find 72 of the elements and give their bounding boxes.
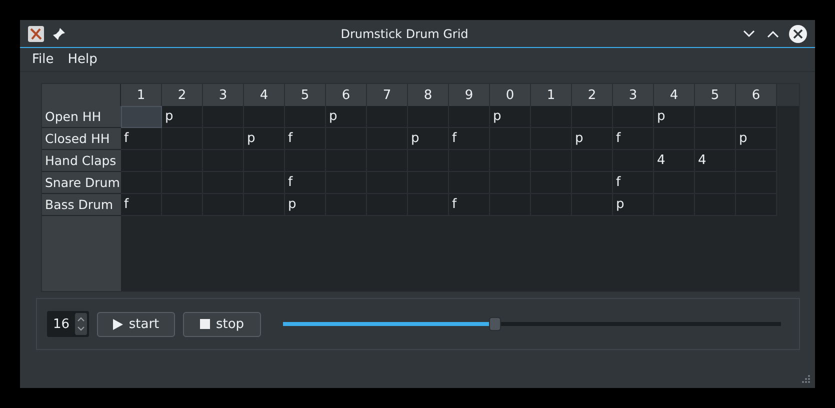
column-header: 3 [613, 84, 654, 106]
grid-cell[interactable] [408, 106, 449, 128]
grid-cell[interactable]: f [121, 128, 162, 150]
column-header: 0 [490, 84, 531, 106]
maximize-icon[interactable] [767, 30, 779, 38]
grid-cell[interactable] [162, 128, 203, 150]
stop-button[interactable]: stop [183, 312, 261, 336]
grid-cell[interactable] [244, 106, 285, 128]
grid-cell[interactable] [203, 106, 244, 128]
row-header: Bass Drum [42, 194, 121, 216]
grid-cell[interactable] [121, 106, 162, 128]
grid-cell[interactable]: p [244, 128, 285, 150]
column-header: 5 [695, 84, 736, 106]
column-header: 3 [203, 84, 244, 106]
grid-cell[interactable]: p [736, 128, 777, 150]
grid-cell[interactable] [531, 106, 572, 128]
grid-cell[interactable]: p [490, 106, 531, 128]
column-header: 2 [572, 84, 613, 106]
grid-cell[interactable]: 4 [654, 150, 695, 172]
grid-cell[interactable]: f [449, 194, 490, 216]
column-header: 4 [654, 84, 695, 106]
grid-cell[interactable] [121, 150, 162, 172]
column-header: 6 [326, 84, 367, 106]
column-header: 2 [162, 84, 203, 106]
column-header: 5 [285, 84, 326, 106]
minimize-icon[interactable] [743, 30, 755, 38]
grid-cell[interactable] [449, 106, 490, 128]
grid-cell[interactable] [695, 106, 736, 128]
menu-item[interactable]: File [26, 50, 60, 69]
column-header: 6 [736, 84, 777, 106]
row-header: Closed HH [42, 128, 121, 150]
column-header: 8 [408, 84, 449, 106]
grid-cell[interactable]: p [572, 128, 613, 150]
grid-cell[interactable] [613, 106, 654, 128]
app-logo-icon [28, 26, 44, 42]
play-icon [112, 318, 123, 330]
grid-cell[interactable]: f [613, 172, 654, 194]
grid-cell[interactable]: f [285, 172, 326, 194]
grid-cell[interactable] [121, 172, 162, 194]
grid-cell[interactable] [367, 106, 408, 128]
column-header: 1 [121, 84, 162, 106]
row-header: Hand Claps [42, 150, 121, 172]
grid-cell[interactable] [736, 106, 777, 128]
grid-cell[interactable]: p [613, 194, 654, 216]
close-icon[interactable] [789, 24, 807, 42]
row-header: Snare Drum [42, 172, 121, 194]
grid-cell[interactable]: p [408, 128, 449, 150]
column-header: 9 [449, 84, 490, 106]
grid-cell[interactable] [572, 106, 613, 128]
grid-cell[interactable]: f [121, 194, 162, 216]
menu-item[interactable]: Help [62, 50, 104, 69]
column-header: 7 [367, 84, 408, 106]
grid-cell[interactable]: 4 [695, 150, 736, 172]
window-title: Drumstick Drum Grid [340, 26, 470, 40]
resize-grip-icon[interactable] [801, 374, 811, 384]
grid-cell[interactable]: f [613, 128, 654, 150]
steps-spinbox[interactable]: 16 [47, 311, 89, 337]
grid-cell[interactable]: p [326, 106, 367, 128]
grid-cell[interactable]: f [449, 128, 490, 150]
grid-cell[interactable]: p [162, 106, 203, 128]
row-header: Open HH [42, 106, 121, 128]
grid-cell[interactable]: p [285, 194, 326, 216]
spin-arrows-icon[interactable] [75, 313, 87, 335]
grid-cell[interactable]: p [654, 106, 695, 128]
grid-cell[interactable]: f [285, 128, 326, 150]
slider-handle[interactable] [488, 317, 501, 331]
column-header: 4 [244, 84, 285, 106]
stop-icon [200, 319, 210, 329]
column-header: 1 [531, 84, 572, 106]
pin-icon[interactable] [52, 26, 66, 40]
grid-cell[interactable] [285, 106, 326, 128]
start-button[interactable]: start [97, 312, 175, 336]
